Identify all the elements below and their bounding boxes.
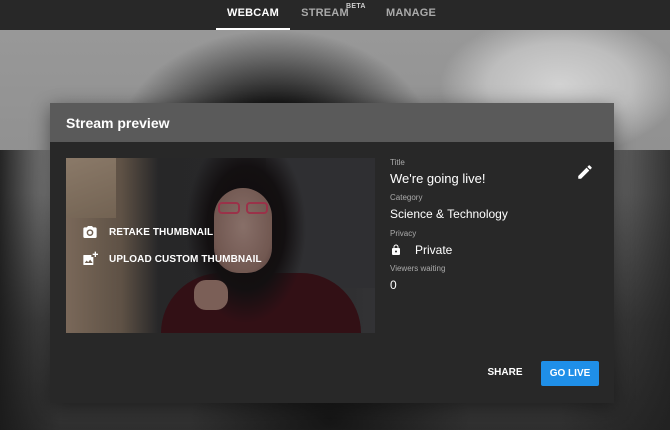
viewers-waiting-value: 0 (390, 278, 397, 292)
tab-webcam-label: WEBCAM (227, 7, 279, 19)
tab-stream-label: STREAM (301, 7, 349, 19)
camera-icon (83, 226, 97, 238)
pencil-icon (578, 165, 592, 179)
top-tab-bar: WEBCAM STREAM BETA MANAGE (0, 0, 670, 30)
share-button[interactable]: SHARE (483, 361, 527, 385)
privacy-value-row: Private (390, 243, 452, 257)
lock-icon (392, 244, 400, 255)
retake-thumbnail-button[interactable]: RETAKE THUMBNAIL (82, 223, 213, 241)
go-live-button[interactable]: GO LIVE (541, 361, 599, 386)
add-photo-icon (83, 251, 98, 265)
beta-badge: BETA (346, 3, 366, 10)
dialog-title: Stream preview (66, 115, 170, 131)
title-value: We're going live! (390, 171, 486, 186)
edit-info-button[interactable] (576, 163, 594, 181)
upload-custom-thumbnail-button[interactable]: UPLOAD CUSTOM THUMBNAIL (82, 250, 262, 268)
stream-thumbnail-preview: RETAKE THUMBNAIL UPLOAD CUSTOM THUMBNAIL (66, 158, 375, 333)
stream-preview-dialog: Stream preview RETAKE THUMBNAIL UPLOAD C… (50, 103, 614, 403)
active-tab-indicator (216, 28, 290, 30)
retake-thumbnail-label: RETAKE THUMBNAIL (109, 226, 214, 238)
tab-manage-label: MANAGE (385, 7, 437, 19)
preview-dim-overlay (66, 158, 375, 333)
category-label: Category (390, 193, 423, 202)
upload-custom-thumbnail-label: UPLOAD CUSTOM THUMBNAIL (109, 253, 262, 265)
privacy-value: Private (415, 243, 453, 257)
viewers-waiting-label: Viewers waiting (390, 264, 446, 273)
tab-webcam[interactable]: WEBCAM (216, 0, 290, 30)
category-value: Science & Technology (390, 207, 508, 221)
title-label: Title (390, 158, 405, 167)
privacy-label: Privacy (390, 229, 417, 238)
dialog-header: Stream preview (50, 103, 614, 142)
tab-manage[interactable]: MANAGE (382, 0, 440, 30)
tab-stream[interactable]: STREAM (298, 0, 352, 30)
